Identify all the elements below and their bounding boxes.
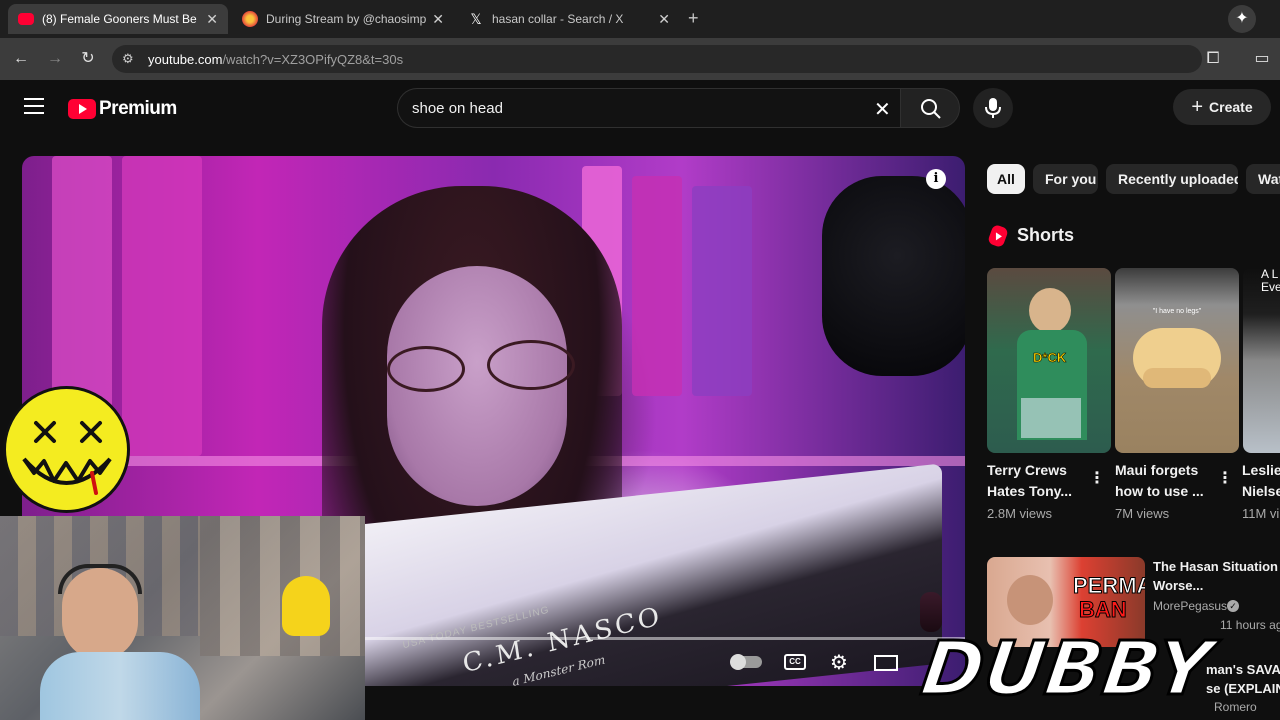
reload-icon[interactable]: ↻ <box>77 48 99 70</box>
chip-for-you[interactable]: For you <box>1033 164 1098 194</box>
microphone-icon <box>985 98 1001 118</box>
chip-all[interactable]: All <box>987 164 1025 194</box>
url-path: /watch?v=XZ3OPifyQZ8&t=30s <box>222 51 404 67</box>
tab-x-search[interactable]: 𝕏 hasan collar - Search / X ✕ <box>458 4 680 34</box>
shelf-books <box>692 186 752 396</box>
short-thumbnail[interactable]: A L Ever <box>1243 268 1280 453</box>
shorts-heading: Shorts <box>1017 225 1075 245</box>
settings-gear-icon[interactable]: ⚙ <box>830 650 848 675</box>
short-thumb-caption: A L Ever <box>1261 268 1280 294</box>
close-tab-icon[interactable]: ✕ <box>206 11 218 28</box>
short-views: 2.8M views <box>987 506 1053 521</box>
captions-icon[interactable]: CC <box>784 654 806 670</box>
create-button[interactable]: + Create <box>1173 89 1271 125</box>
search-icon <box>921 99 941 119</box>
tab-youtube[interactable]: (8) Female Gooners Must Be St ✕ <box>8 4 228 34</box>
menu-icon[interactable] <box>24 98 44 114</box>
tab-title: hasan collar - Search / X <box>492 12 624 26</box>
video-progress-bar[interactable] <box>365 637 965 640</box>
chip-watched[interactable]: Wat <box>1246 164 1280 194</box>
glasses <box>387 340 577 394</box>
youtube-logo[interactable]: Premium <box>68 98 177 120</box>
smiley-face-logo <box>3 386 130 513</box>
theater-mode-icon[interactable] <box>874 655 898 671</box>
short-title-line[interactable]: Hates Tony... <box>987 481 1087 502</box>
short-views: 11M vi <box>1242 506 1280 521</box>
verified-icon: ✓ <box>1227 600 1239 612</box>
short-thumbnail[interactable]: "I have no legs" <box>1115 268 1239 453</box>
create-label: Create <box>1209 99 1253 115</box>
close-tab-icon[interactable]: ✕ <box>658 11 670 28</box>
back-icon[interactable]: ← <box>10 48 32 70</box>
channel-name[interactable]: MorePegasus <box>1153 599 1233 613</box>
short-thumb-caption: D*CK <box>1033 350 1067 366</box>
clear-search-icon[interactable]: ✕ <box>874 97 891 122</box>
tab-kick[interactable]: During Stream by @chaosimp1 ✕ <box>232 4 454 34</box>
site-info-icon[interactable]: ⚙ <box>122 51 134 67</box>
webcam-feed <box>0 516 365 720</box>
kick-icon <box>242 11 258 27</box>
autoplay-toggle[interactable] <box>730 654 762 670</box>
extensions-icon[interactable]: ⧠ <box>1202 48 1224 70</box>
search-button[interactable] <box>900 88 960 128</box>
chip-recently-uploaded[interactable]: Recently uploaded <box>1106 164 1238 194</box>
shorts-icon <box>987 223 1009 249</box>
short-thumbnail[interactable]: D*CK <box>987 268 1111 453</box>
search-query: shoe on head <box>412 99 503 117</box>
smiley-face-icon <box>22 421 112 495</box>
video-title-line[interactable]: The Hasan Situation J <box>1153 557 1280 576</box>
close-tab-icon[interactable]: ✕ <box>432 11 444 28</box>
video-title-line[interactable]: Worse... <box>1153 576 1280 595</box>
youtube-icon <box>18 13 34 25</box>
new-tab-button[interactable]: + <box>688 8 699 29</box>
short-title-line[interactable]: how to use ... <box>1115 481 1215 502</box>
url-host: youtube.com <box>148 51 223 67</box>
more-options-icon[interactable]: ⋮ <box>1089 468 1105 488</box>
channel-name[interactable]: Romero <box>1214 700 1280 714</box>
short-title-line[interactable]: Leslie <box>1242 460 1280 481</box>
thumb-text: PERMA <box>1072 573 1145 599</box>
forward-icon[interactable]: → <box>44 48 66 70</box>
short-views: 7M views <box>1115 506 1170 521</box>
logo-text: Premium <box>99 98 177 119</box>
collectible-shelf <box>200 516 365 656</box>
video-age: 11 hours ag <box>1220 618 1280 632</box>
short-title-line[interactable]: Terry Crews <box>987 460 1087 481</box>
browser-tab-strip: (8) Female Gooners Must Be St ✕ During S… <box>0 0 1280 38</box>
info-icon[interactable]: i <box>926 169 946 189</box>
voice-search-button[interactable] <box>973 88 1013 128</box>
x-icon: 𝕏 <box>470 11 482 27</box>
shelf-books <box>122 156 202 456</box>
side-panel-icon[interactable]: ▭ <box>1251 48 1273 70</box>
streamer-shirt <box>40 652 200 720</box>
plus-icon: + <box>1191 95 1204 118</box>
short-title-line[interactable]: Nielse <box>1242 481 1280 502</box>
url-bar[interactable]: ⚙ youtube.com/watch?v=XZ3OPifyQZ8&t=30s <box>112 45 1202 73</box>
gemini-icon[interactable]: ✦ <box>1228 5 1256 33</box>
short-thumb-caption: "I have no legs" <box>1152 308 1202 315</box>
streamer-name-logo: DUBBY <box>915 625 1219 714</box>
microphone-prop <box>822 176 965 376</box>
pikachu-figure <box>282 576 330 636</box>
tab-title: During Stream by @chaosimp1 <box>266 12 427 26</box>
more-options-icon[interactable]: ⋮ <box>1217 468 1233 488</box>
youtube-play-icon <box>68 99 96 119</box>
tab-title: (8) Female Gooners Must Be St <box>42 12 201 26</box>
search-input[interactable]: shoe on head ✕ <box>397 88 901 128</box>
short-title-line[interactable]: Maui forgets <box>1115 460 1215 481</box>
shelf-books <box>632 176 682 396</box>
